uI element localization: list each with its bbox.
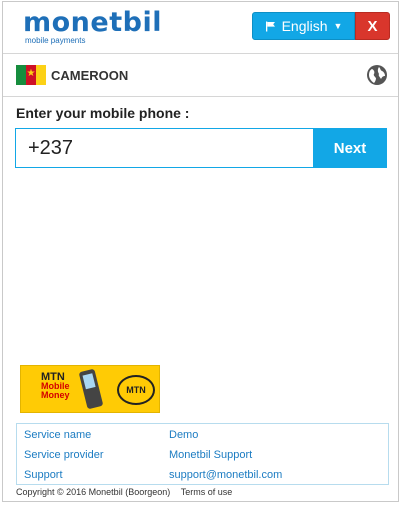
copyright-text: Copyright © 2016 Monetbil (Boorgeon) [16,487,171,497]
logo-wordmark: monetbil [23,7,162,38]
payment-widget: monetbil mobile payments English ▼ X ★ C… [2,1,399,502]
mobile-phone-icon [78,368,104,410]
info-key: Support [24,469,63,481]
header: monetbil mobile payments English ▼ X [3,2,398,54]
phone-label: Enter your mobile phone : [16,105,190,121]
country-name: CAMEROON [51,68,129,83]
info-value: Monetbil Support [169,449,253,461]
country-selector[interactable]: ★ CAMEROON [3,55,398,97]
language-label: English [281,18,328,34]
service-info-table: Service name Demo Service provider Monet… [16,423,389,485]
info-value: Demo [169,429,199,441]
monetbil-logo: monetbil mobile payments [23,7,162,46]
info-row: Service name Demo [17,424,388,444]
info-row: Support support@monetbil.com [17,464,388,484]
cameroon-flag-icon: ★ [16,65,46,85]
language-dropdown-button[interactable]: English ▼ [252,12,355,40]
mtn-logo-text: MTN Mobile Money [41,371,70,400]
mtn-mobile-money-logo: MTN Mobile Money MTN [20,365,160,413]
mtn-badge: MTN [117,375,155,405]
globe-icon[interactable] [366,64,388,86]
flag-icon [265,21,275,31]
info-row: Service provider Monetbil Support [17,444,388,464]
phone-input[interactable] [15,128,313,168]
terms-of-use-link[interactable]: Terms of use [181,487,233,497]
caret-down-icon: ▼ [333,21,343,31]
footer: Copyright © 2016 Monetbil (Boorgeon) Ter… [16,487,232,497]
support-email-link[interactable]: support@monetbil.com [169,469,282,481]
info-key: Service name [24,429,92,441]
info-key: Service provider [24,449,104,461]
next-button[interactable]: Next [313,128,387,168]
close-button[interactable]: X [355,12,390,40]
phone-entry: Next [15,128,387,168]
